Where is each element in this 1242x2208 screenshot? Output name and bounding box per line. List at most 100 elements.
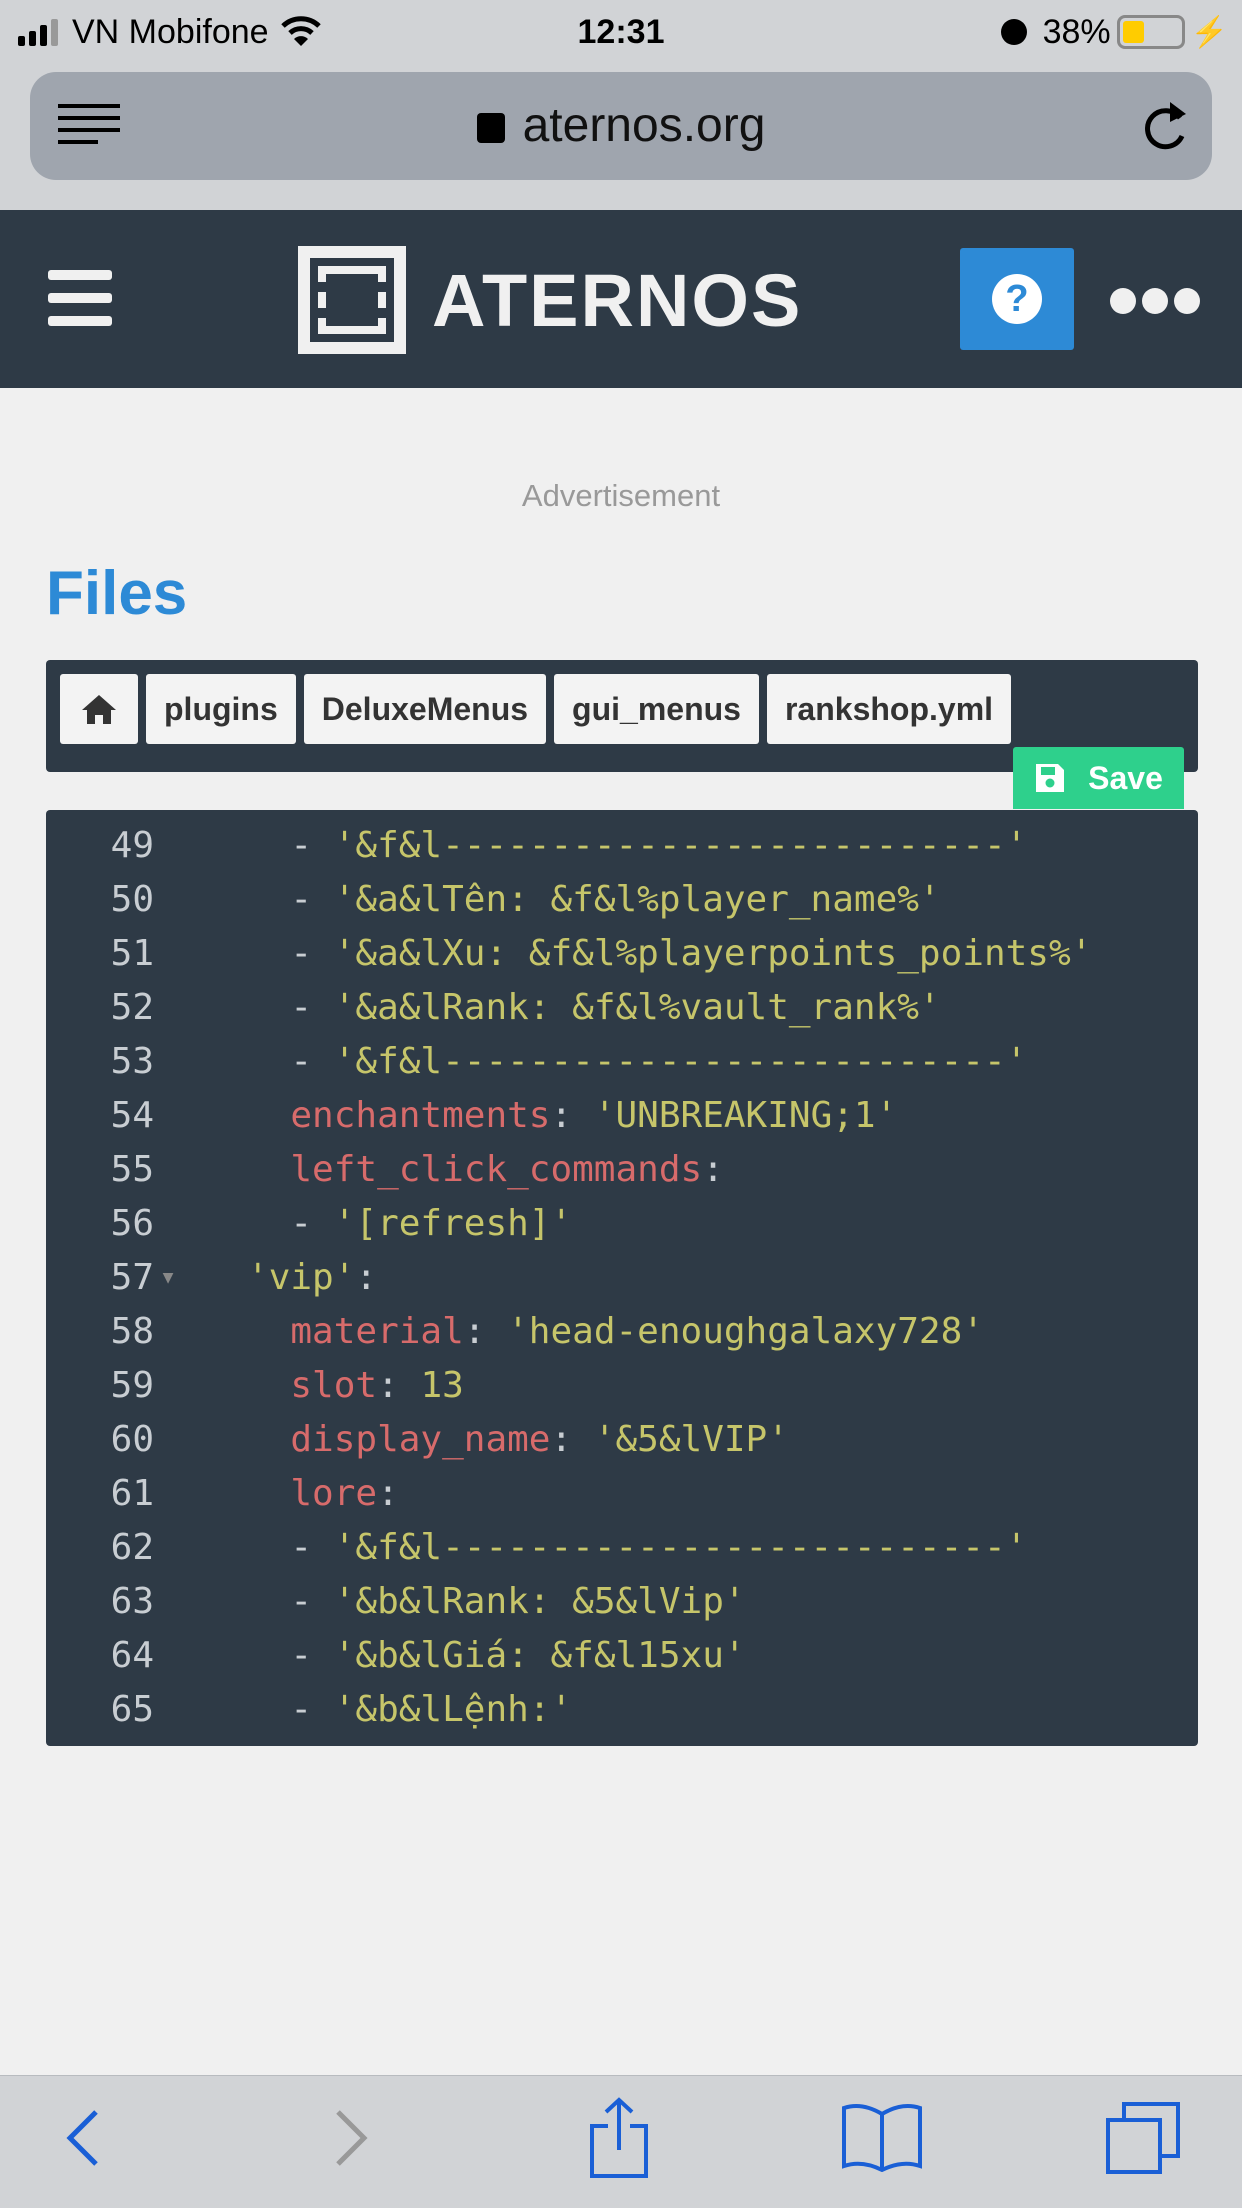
line-number: 54: [110, 1094, 154, 1136]
line-number: 56: [110, 1202, 154, 1244]
code-line: 55 left_click_commands:: [46, 1142, 1198, 1196]
code-text: - '&a&lRank: &f&l%vault_rank%': [182, 986, 941, 1028]
code-token: -: [290, 1634, 334, 1676]
code-token: -: [290, 1202, 334, 1244]
site-header: ATERNOS ?: [0, 210, 1242, 388]
bookmarks-icon[interactable]: [840, 2102, 924, 2172]
reload-icon[interactable]: [1140, 96, 1190, 156]
battery-area: 38% ⚡: [1000, 8, 1228, 56]
code-token: -: [290, 932, 334, 974]
code-text: - '&a&lTên: &f&l%player_name%': [182, 878, 940, 920]
menu-icon[interactable]: [48, 270, 112, 326]
code-line: 64 - '&b&lGiá: &f&l15xu': [46, 1628, 1198, 1682]
floppy-disk-icon: [1036, 764, 1065, 792]
code-token: :: [355, 1256, 378, 1298]
code-token: slot: [290, 1364, 378, 1406]
code-line: 65 - '&b&lLệnh:': [46, 1682, 1198, 1736]
code-text: - '&b&lLệnh:': [182, 1689, 572, 1730]
advertisement-label: Advertisement: [521, 478, 721, 513]
fold-arrow-icon[interactable]: ▼: [154, 1267, 182, 1288]
code-line: 60 display_name: '&5&lVIP': [46, 1412, 1198, 1466]
url-text: aternos.org: [522, 99, 766, 152]
code-token: -: [290, 878, 334, 920]
battery-percent: 38%: [1042, 12, 1111, 51]
code-line: 59 slot: 13: [46, 1358, 1198, 1412]
wifi-icon: [280, 16, 321, 46]
code-text: - '&f&l--------------------------': [182, 825, 1027, 866]
code-token: :: [550, 1094, 594, 1136]
code-text: slot: 13: [182, 1364, 464, 1406]
code-token: left_click_commands: [290, 1148, 703, 1190]
code-text: enchantments: 'UNBREAKING;1': [182, 1095, 897, 1136]
tabs-icon[interactable]: [1104, 2100, 1182, 2176]
breadcrumb-item[interactable]: rankshop.yml: [766, 674, 1012, 744]
home-icon: [82, 695, 116, 724]
code-line: 50 - '&a&lTên: &f&l%player_name%': [46, 872, 1198, 926]
code-line: 49 - '&f&l--------------------------': [46, 818, 1198, 872]
code-token: '&f&l--------------------------': [333, 824, 1028, 866]
code-line: 62 - '&f&l--------------------------': [46, 1520, 1198, 1574]
line-number: 53: [110, 1040, 154, 1082]
code-text: - '&f&l--------------------------': [182, 1041, 1027, 1082]
code-line: 61 lore:: [46, 1466, 1198, 1520]
code-token: '&b&lGiá: &f&l15xu': [333, 1634, 746, 1676]
brand-name: ATERNOS: [432, 258, 803, 342]
code-text: display_name: '&5&lVIP': [182, 1419, 789, 1460]
code-token: '&b&lLệnh:': [333, 1688, 573, 1730]
question-circle-icon: ?: [992, 274, 1042, 324]
line-number: 65: [110, 1688, 154, 1730]
code-editor[interactable]: 49 - '&f&l--------------------------' 50 …: [46, 810, 1198, 1746]
breadcrumb-item[interactable]: gui_menus: [554, 674, 759, 744]
code-text: - '&b&lRank: &5&lVip': [182, 1580, 746, 1622]
line-number: 63: [110, 1580, 154, 1622]
forward-icon[interactable]: [330, 2106, 374, 2170]
code-token: -: [290, 1688, 334, 1730]
code-token: 'vip': [247, 1256, 356, 1298]
code-line: 63 - '&b&lRank: &5&lVip': [46, 1574, 1198, 1628]
line-number: 61: [110, 1472, 154, 1514]
code-text: lore:: [182, 1472, 399, 1514]
breadcrumb-item[interactable]: plugins: [146, 674, 296, 744]
page-title: Files: [46, 559, 188, 628]
back-icon[interactable]: [60, 2106, 104, 2170]
aternos-logo[interactable]: ATERNOS: [298, 246, 802, 354]
code-text: left_click_commands:: [182, 1149, 724, 1190]
code-token: 'head-enoughgalaxy728': [507, 1310, 984, 1352]
code-token: :: [702, 1148, 724, 1190]
save-button[interactable]: Save: [1013, 747, 1184, 809]
code-text: 'vip':: [182, 1257, 377, 1298]
code-token: :: [377, 1472, 399, 1514]
help-button[interactable]: ?: [960, 248, 1074, 350]
code-token: 13: [420, 1364, 464, 1406]
code-token: -: [290, 1040, 334, 1082]
code-token: '&b&lRank: &5&lVip': [333, 1580, 746, 1622]
code-token: '&a&lRank: &f&l%vault_rank%': [333, 986, 941, 1028]
code-token: :: [463, 1310, 508, 1352]
code-text: - '&a&lXu: &f&l%playerpoints_points%': [182, 933, 1092, 974]
code-line: 53 - '&f&l--------------------------': [46, 1034, 1198, 1088]
code-token: '&f&l--------------------------': [333, 1526, 1028, 1568]
code-token: -: [290, 1526, 334, 1568]
line-number: 49: [110, 824, 154, 866]
code-text: material: 'head-enoughgalaxy728': [182, 1311, 984, 1352]
line-number: 60: [110, 1418, 154, 1460]
code-token: -: [290, 1580, 334, 1622]
code-line: 52 - '&a&lRank: &f&l%vault_rank%': [46, 980, 1198, 1034]
breadcrumb-item[interactable]: DeluxeMenus: [303, 674, 547, 744]
code-token: '&a&lXu: &f&l%playerpoints_points%': [333, 932, 1093, 974]
url-display[interactable]: aternos.org: [30, 98, 1212, 153]
code-token: material: [290, 1310, 464, 1352]
code-token: '&5&lVIP': [593, 1418, 789, 1460]
code-token: '[refresh]': [333, 1202, 573, 1244]
line-number: 51: [110, 932, 154, 974]
share-icon[interactable]: [588, 2096, 650, 2180]
carrier: VN Mobifone: [18, 8, 321, 56]
code-token: enchantments: [290, 1094, 551, 1136]
ios-status-bar: VN Mobifone 12:31 38% ⚡ aternos.org: [0, 0, 1242, 210]
address-bar[interactable]: aternos.org: [30, 72, 1212, 180]
ellipsis-icon[interactable]: [1110, 288, 1200, 314]
code-token: lore: [290, 1472, 378, 1514]
line-number: 59: [110, 1364, 154, 1406]
breadcrumb-home[interactable]: [60, 674, 138, 744]
battery-icon: [1116, 15, 1185, 49]
